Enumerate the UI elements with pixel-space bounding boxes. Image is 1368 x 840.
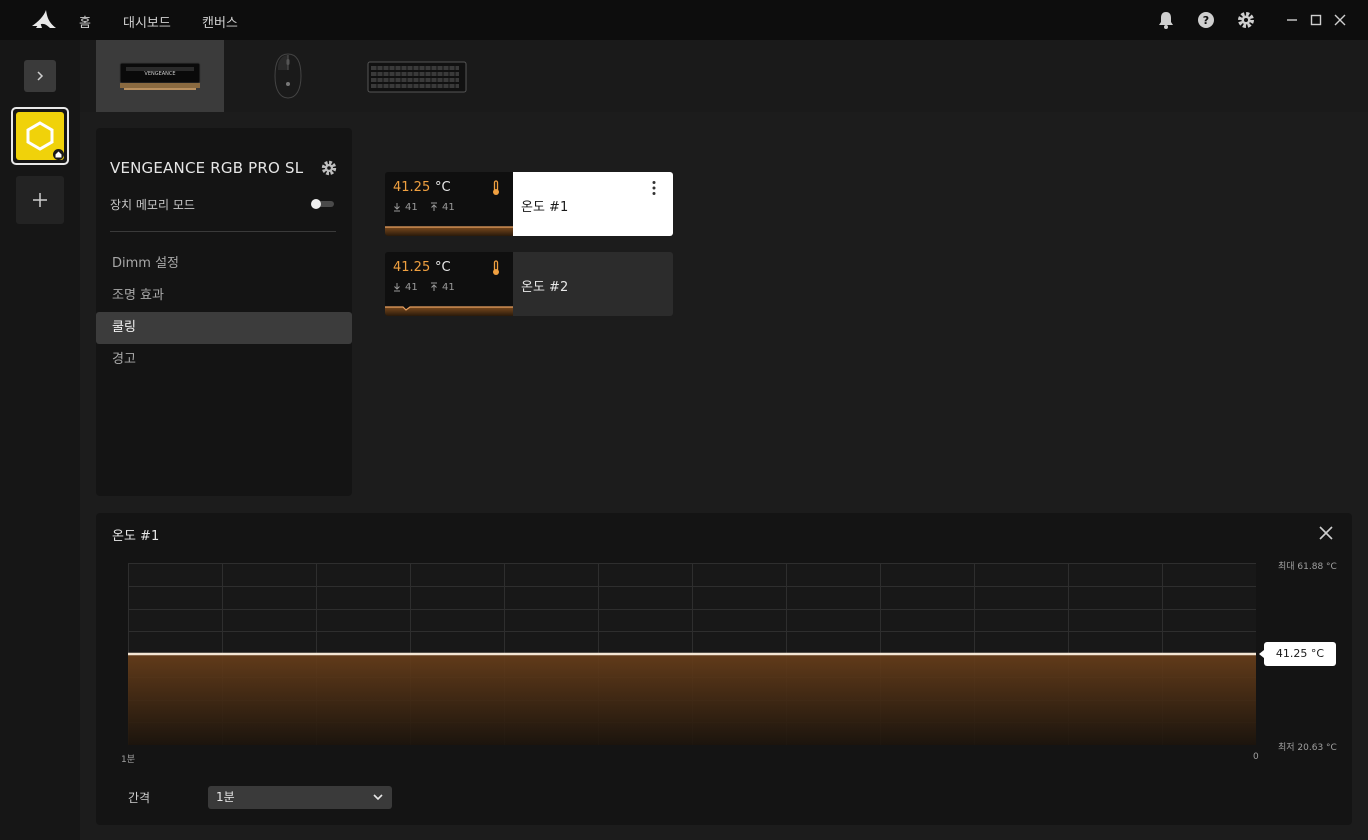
max-arrow-icon xyxy=(431,202,437,211)
expand-sidebar-button[interactable] xyxy=(24,60,56,92)
x-end-label: 0 xyxy=(1253,752,1259,762)
sensor-sparkline xyxy=(385,226,513,236)
chevron-down-icon xyxy=(373,794,383,801)
sensor-value: 41.25 xyxy=(393,180,431,195)
thermometer-icon xyxy=(493,260,499,275)
min-arrow-icon xyxy=(394,203,400,212)
device-thumb-keyboard[interactable] xyxy=(352,40,480,112)
min-arrow-icon xyxy=(394,283,400,292)
plus-icon xyxy=(33,193,47,207)
bell-icon[interactable] xyxy=(1156,10,1176,30)
memory-mode-label: 장치 메모리 모드 xyxy=(110,198,195,212)
mouse-icon xyxy=(274,53,302,99)
sensor-value: 41.25 xyxy=(393,260,431,275)
x-start-label: 1분 xyxy=(121,755,136,765)
device-thumb-ram[interactable]: VENGEANCE xyxy=(96,40,224,112)
sensor-label-area: 온도 #2 xyxy=(513,252,673,316)
sensor-unit: °C xyxy=(435,180,451,195)
settings-gear-icon[interactable] xyxy=(1236,10,1256,30)
interval-select[interactable]: 1분 xyxy=(208,786,392,809)
nav-home[interactable]: 홈 xyxy=(79,12,91,31)
device-tile[interactable] xyxy=(11,107,69,165)
hexagon-icon xyxy=(26,121,54,151)
menu-item-cooling[interactable]: 쿨링 xyxy=(96,312,352,344)
current-value-tag: 41.25 °C xyxy=(1259,642,1336,666)
device-name: VENGEANCE RGB PRO SL xyxy=(110,159,304,177)
corsair-logo-icon xyxy=(32,10,56,28)
maximize-icon[interactable] xyxy=(1308,12,1324,28)
sensor-min: 41 xyxy=(405,202,418,213)
sensor-sparkline xyxy=(385,306,513,316)
device-tile-background xyxy=(16,112,64,160)
device-thumb-mouse[interactable] xyxy=(224,40,352,112)
temperature-chart xyxy=(128,563,1256,745)
chevron-right-icon xyxy=(37,71,44,81)
more-options-icon[interactable] xyxy=(651,180,657,196)
sensor-min: 41 xyxy=(405,282,418,293)
sensor-max: 41 xyxy=(442,202,455,213)
device-settings-panel: VENGEANCE RGB PRO SL 장치 메모리 모드 Dimm 설정 조… xyxy=(96,128,352,496)
close-window-icon[interactable] xyxy=(1332,12,1348,28)
sensor-card-temp-1[interactable]: 41.25 °C 41 41 온도 #1 xyxy=(385,172,673,236)
home-badge-icon xyxy=(53,149,64,160)
minimize-icon[interactable] xyxy=(1284,12,1300,28)
y-min-label: 최저 20.63 °C xyxy=(1278,743,1337,753)
device-settings-gear-icon[interactable] xyxy=(320,159,338,177)
menu-item-dimm-settings[interactable]: Dimm 설정 xyxy=(96,248,352,280)
sensor-readout: 41.25 °C 41 41 xyxy=(385,172,513,236)
sensor-name: 온도 #2 xyxy=(521,280,569,295)
sensor-name: 온도 #1 xyxy=(521,200,569,215)
thermometer-icon xyxy=(493,180,499,195)
sensor-max: 41 xyxy=(442,282,455,293)
close-graph-icon[interactable] xyxy=(1318,525,1334,541)
sensor-card-temp-2[interactable]: 41.25 °C 41 41 온도 #2 xyxy=(385,252,673,316)
nav-canvas[interactable]: 캔버스 xyxy=(202,12,238,31)
temperature-area xyxy=(128,654,1256,745)
sensor-unit: °C xyxy=(435,260,451,275)
keyboard-icon xyxy=(367,61,467,93)
svg-text:VENGEANCE: VENGEANCE xyxy=(144,71,175,77)
help-icon[interactable]: ? xyxy=(1196,10,1216,30)
sensor-label-area: 온도 #1 xyxy=(513,172,673,236)
sensor-readout: 41.25 °C 41 41 xyxy=(385,252,513,316)
title-bar: 홈 대시보드 캔버스 ? xyxy=(0,0,1368,40)
add-device-button[interactable] xyxy=(16,176,64,224)
memory-mode-toggle[interactable] xyxy=(310,198,336,210)
panel-divider xyxy=(110,231,336,232)
menu-item-lighting-effects[interactable]: 조명 효과 xyxy=(96,280,352,312)
graph-title: 온도 #1 xyxy=(112,529,160,544)
menu-item-alerts[interactable]: 경고 xyxy=(96,344,352,376)
max-arrow-icon xyxy=(431,282,437,291)
ram-module-icon: VENGEANCE xyxy=(119,62,201,90)
interval-label: 간격 xyxy=(128,791,151,805)
y-max-label: 최대 61.88 °C xyxy=(1278,562,1337,572)
temperature-graph-panel: 온도 #1 최대 61.88 °C 최저 20.63 °C 1분 0 41.25… xyxy=(96,513,1352,825)
svg-text:?: ? xyxy=(1203,14,1209,27)
nav-dashboard[interactable]: 대시보드 xyxy=(123,12,171,31)
interval-value: 1분 xyxy=(216,790,235,804)
